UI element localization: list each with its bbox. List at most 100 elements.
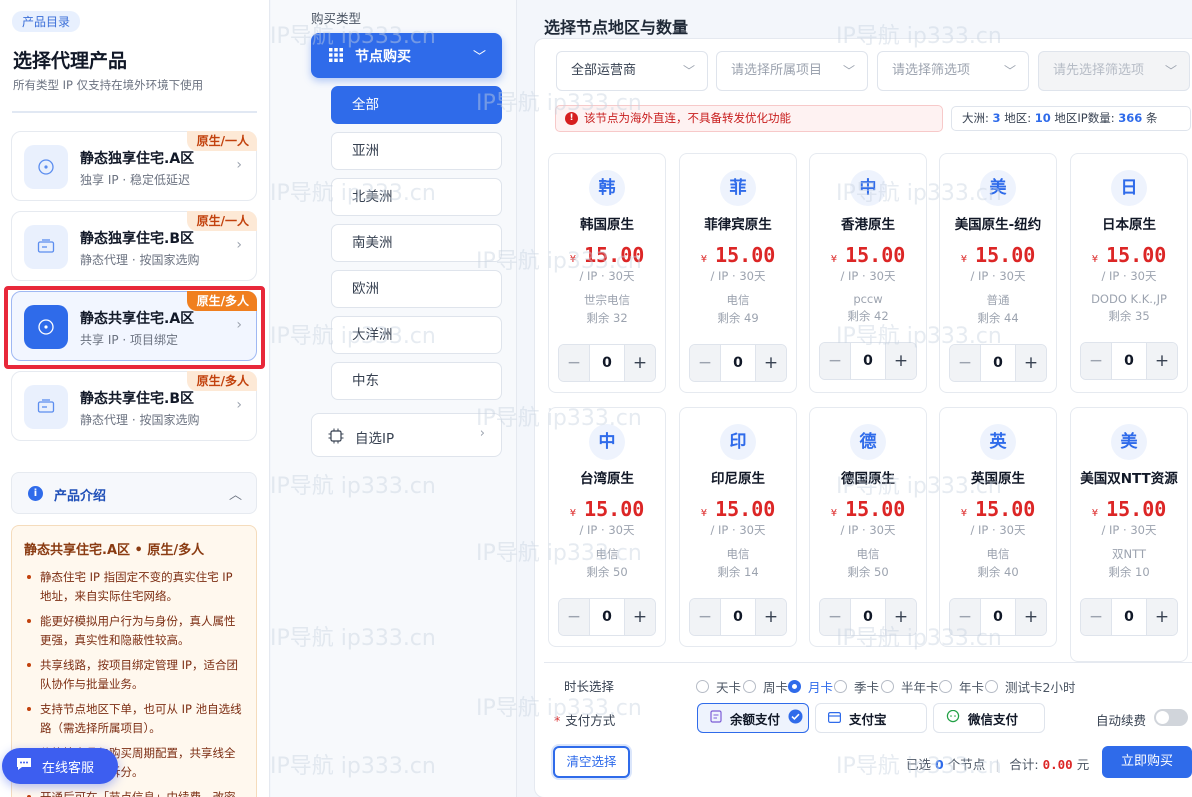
- quantity-value[interactable]: 0: [720, 599, 756, 635]
- node-card[interactable]: 韩韩国原生 ¥15.00 / IP · 30天 世宗电信 剩余 32 −0 +: [548, 153, 666, 393]
- increment-button[interactable]: +: [1147, 599, 1177, 635]
- decrement-button[interactable]: −: [1081, 599, 1111, 635]
- increment-button[interactable]: +: [1147, 343, 1177, 379]
- duration-year[interactable]: 年卡: [939, 677, 984, 696]
- region-label: 地区:: [1004, 111, 1032, 125]
- product-card-static-exclusive-a[interactable]: 静态独享住宅.A区 独享 IP · 稳定低延迟 原生/一人 ›: [11, 131, 257, 201]
- increment-button[interactable]: +: [756, 345, 786, 381]
- increment-button[interactable]: +: [886, 599, 916, 635]
- radio-icon: [834, 680, 847, 693]
- product-name: 静态共享住宅.B区: [80, 391, 194, 407]
- custom-ip-button[interactable]: 自选IP ›: [311, 413, 502, 457]
- node-remaining: 剩余 50: [847, 565, 889, 579]
- pay-balance[interactable]: 余额支付: [697, 703, 809, 733]
- quantity-value[interactable]: 0: [720, 345, 756, 381]
- decrement-button[interactable]: −: [690, 599, 720, 635]
- node-card[interactable]: 美美国原生-纽约 ¥15.00 / IP · 30天 普通 剩余 44 −0 +: [939, 153, 1057, 393]
- node-card[interactable]: 美美国双NTT资源 ¥15.00 / IP · 30天 双NTT 剩余 10 −0 +: [1070, 407, 1188, 662]
- node-card[interactable]: 菲菲律宾原生 ¥15.00 / IP · 30天 电信 剩余 49 −0 +: [679, 153, 797, 393]
- region-south-america[interactable]: 南美洲: [331, 224, 502, 262]
- quantity-value[interactable]: 0: [850, 599, 886, 635]
- quantity-value[interactable]: 0: [1111, 343, 1147, 379]
- node-card[interactable]: 中香港原生 ¥15.00 / IP · 30天 pccw 剩余 42 −0 +: [809, 153, 927, 393]
- decrement-button[interactable]: −: [950, 599, 980, 635]
- node-card[interactable]: 印印尼原生 ¥15.00 / IP · 30天 电信 剩余 14 −0 +: [679, 407, 797, 647]
- product-intro-toggle[interactable]: i 产品介绍 ︿: [11, 472, 257, 514]
- chevron-down-icon: ﹀: [682, 64, 695, 78]
- increment-button[interactable]: +: [1016, 345, 1046, 381]
- product-tag: 原生/一人: [186, 131, 257, 151]
- pay-alipay[interactable]: 支付宝: [815, 703, 927, 733]
- region-all[interactable]: 全部: [331, 86, 502, 124]
- decrement-button[interactable]: −: [820, 599, 850, 635]
- clear-selection-button[interactable]: 清空选择: [553, 746, 630, 778]
- quantity-stepper: −0 +: [689, 344, 787, 382]
- product-desc: 独享 IP · 稳定低延迟: [80, 173, 191, 187]
- decrement-button[interactable]: −: [690, 345, 720, 381]
- chat-icon: [16, 757, 32, 775]
- region-middle-east[interactable]: 中东: [331, 362, 502, 400]
- duration-half-year[interactable]: 半年卡: [881, 677, 939, 696]
- node-card[interactable]: 中台湾原生 ¥15.00 / IP · 30天 电信 剩余 50 −0 +: [548, 407, 666, 647]
- quantity-value[interactable]: 0: [980, 345, 1016, 381]
- node-remaining: 剩余 14: [717, 565, 759, 579]
- product-card-static-shared-b[interactable]: 静态共享住宅.B区 静态代理 · 按国家选购 原生/多人 ›: [11, 371, 257, 441]
- isp-select-value: 全部运营商: [571, 63, 637, 78]
- auto-renew-toggle[interactable]: [1154, 709, 1188, 726]
- region-oceania[interactable]: 大洋洲: [331, 316, 502, 354]
- node-isp: 普通: [986, 293, 1010, 307]
- node-remaining: 剩余 44: [977, 311, 1019, 325]
- online-service-button[interactable]: 在线客服: [2, 748, 118, 784]
- decrement-button[interactable]: −: [1081, 343, 1111, 379]
- custom-ip-label: 自选IP: [355, 431, 395, 447]
- decrement-button[interactable]: −: [559, 345, 589, 381]
- increment-button[interactable]: +: [625, 345, 655, 381]
- quantity-value[interactable]: 0: [1111, 599, 1147, 635]
- quantity-value[interactable]: 0: [589, 345, 625, 381]
- quantity-value[interactable]: 0: [850, 343, 886, 379]
- price-unit: / IP · 30天: [710, 269, 766, 283]
- file-icon: [710, 710, 722, 726]
- project-select[interactable]: 请选择所属项目 ﹀: [716, 51, 868, 91]
- buy-now-button[interactable]: 立即购买: [1102, 746, 1192, 778]
- duration-test[interactable]: 测试卡2小时: [985, 677, 1075, 696]
- region-north-america[interactable]: 北美洲: [331, 178, 502, 216]
- order-bar: 时长选择 天卡 周卡 月卡 季卡 半年卡 年卡 测试卡2小时 * 支付方式 余额支…: [544, 662, 1192, 797]
- pay-alipay-label: 支付宝: [849, 711, 887, 727]
- duration-month[interactable]: 月卡: [788, 677, 833, 696]
- duration-day[interactable]: 天卡: [696, 677, 741, 696]
- chevron-right-icon: ›: [236, 237, 242, 253]
- pay-wechat[interactable]: 微信支付: [933, 703, 1045, 733]
- duration-quarter[interactable]: 季卡: [834, 677, 879, 696]
- node-card[interactable]: 德德国原生 ¥15.00 / IP · 30天 电信 剩余 50 −0 +: [809, 407, 927, 647]
- quantity-value[interactable]: 0: [589, 599, 625, 635]
- decrement-button[interactable]: −: [950, 345, 980, 381]
- node-price: ¥15.00: [680, 243, 796, 267]
- node-buy-button[interactable]: 节点购买 ﹀: [311, 33, 502, 78]
- duration-week[interactable]: 周卡: [743, 677, 788, 696]
- quantity-value[interactable]: 0: [980, 599, 1016, 635]
- pay-wechat-label: 微信支付: [968, 711, 1019, 727]
- decrement-button[interactable]: −: [820, 343, 850, 379]
- quantity-stepper: −0 +: [949, 344, 1047, 382]
- decrement-button[interactable]: −: [559, 599, 589, 635]
- filter-select[interactable]: 请选择筛选项 ﹀: [877, 51, 1029, 91]
- node-card[interactable]: 英英国原生 ¥15.00 / IP · 30天 电信 剩余 40 −0 +: [939, 407, 1057, 647]
- price-unit: / IP · 30天: [1101, 269, 1157, 283]
- increment-button[interactable]: +: [756, 599, 786, 635]
- increment-button[interactable]: +: [886, 343, 916, 379]
- region-asia[interactable]: 亚洲: [331, 132, 502, 170]
- region-europe[interactable]: 欧洲: [331, 270, 502, 308]
- isp-select[interactable]: 全部运营商 ﹀: [556, 51, 708, 91]
- product-name: 静态独享住宅.A区: [80, 151, 195, 167]
- intro-item: 能更好模拟用户行为与身份，真人属性更强，真实性和隐蔽性较高。: [24, 612, 244, 650]
- duration-label-text: 测试卡2小时: [1005, 680, 1076, 695]
- increment-button[interactable]: +: [625, 599, 655, 635]
- increment-button[interactable]: +: [1016, 599, 1046, 635]
- product-card-static-exclusive-b[interactable]: 静态独享住宅.B区 静态代理 · 按国家选购 原生/一人 ›: [11, 211, 257, 281]
- sub-filter-select[interactable]: 请先选择筛选项 ﹀: [1038, 51, 1190, 91]
- node-remaining: 剩余 49: [717, 311, 759, 325]
- node-isp: 电信: [595, 547, 619, 561]
- duration-label-text: 年卡: [959, 680, 985, 695]
- node-card[interactable]: 日日本原生 ¥15.00 / IP · 30天 DODO K.K.,JP 剩余 35 −0…: [1070, 153, 1188, 393]
